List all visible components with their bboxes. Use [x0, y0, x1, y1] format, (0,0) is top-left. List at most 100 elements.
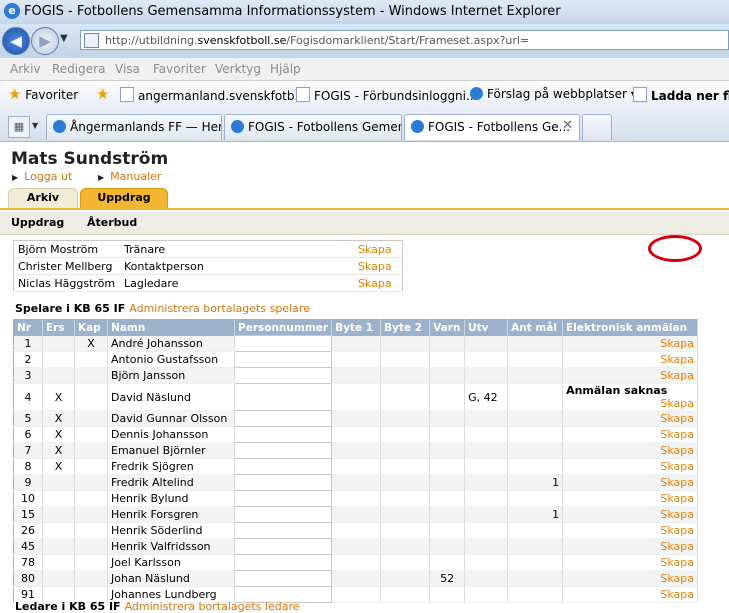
personnummer-field[interactable]	[233, 410, 333, 427]
fav-get-more[interactable]: Ladda ner fler	[633, 87, 729, 103]
add-favorite-icon[interactable]: ★	[96, 85, 109, 103]
player-varn	[429, 367, 466, 384]
skapa-link[interactable]: Skapa	[660, 444, 694, 457]
page-icon	[120, 87, 134, 102]
personnummer-field[interactable]	[233, 538, 333, 555]
table-row: 6 X Dennis Johansson Skapa	[13, 426, 698, 443]
new-tab-button[interactable]	[582, 114, 612, 140]
highlight-circle	[648, 235, 702, 262]
skapa-link[interactable]: Skapa	[660, 353, 694, 366]
skapa-link[interactable]: Skapa	[660, 397, 694, 410]
skapa-link[interactable]: Skapa	[660, 508, 694, 521]
skapa-link[interactable]: Skapa	[354, 274, 403, 292]
skapa-link[interactable]: Skapa	[660, 524, 694, 537]
tab-uppdrag[interactable]: Uppdrag	[80, 188, 168, 209]
fav-link-fogis-login[interactable]: FOGIS - Förbundsinloggni...	[296, 87, 477, 103]
subnav-uppdrag[interactable]: Uppdrag	[11, 216, 64, 229]
player-kap	[74, 410, 108, 427]
fav-suggested-sites[interactable]: Förslag på webbplatser ▾	[470, 87, 637, 101]
personnummer-field[interactable]	[233, 351, 333, 368]
personnummer-field[interactable]	[233, 383, 333, 411]
skapa-link[interactable]: Skapa	[660, 556, 694, 569]
tab-underline	[0, 208, 729, 210]
byte1-cell	[331, 522, 382, 539]
personnummer-field[interactable]	[233, 442, 333, 459]
skapa-link[interactable]: Skapa	[660, 476, 694, 489]
player-varn	[429, 426, 466, 443]
byte2-cell	[380, 570, 431, 587]
personnummer-field[interactable]	[233, 506, 333, 523]
skapa-link[interactable]: Skapa	[354, 240, 403, 258]
address-url[interactable]: http://utbildning.svenskfotboll.se/Fogis…	[105, 34, 529, 47]
logout-link[interactable]: Logga ut	[12, 170, 72, 183]
player-utv	[464, 474, 509, 491]
admin-leaders-link[interactable]: Administrera bortalagets ledare	[125, 600, 300, 613]
player-name: Fredrik Altelind	[107, 474, 235, 491]
menu-favoriter[interactable]: Favoriter	[153, 62, 206, 76]
skapa-link[interactable]: Skapa	[660, 337, 694, 350]
personnummer-field[interactable]	[233, 367, 333, 384]
byte1-cell	[331, 490, 382, 507]
anmalan-cell: Anmälan saknas Skapa	[562, 383, 698, 411]
tab-fogis-1[interactable]: FOGIS - Fotbollens Gemen...	[224, 114, 402, 140]
skapa-link[interactable]: Skapa	[660, 588, 694, 601]
skapa-link[interactable]: Skapa	[660, 492, 694, 505]
player-ers	[42, 522, 75, 539]
manuals-link[interactable]: Manualer	[98, 170, 161, 183]
player-kap	[74, 367, 108, 384]
personnummer-field[interactable]	[233, 426, 333, 443]
player-varn	[429, 383, 466, 411]
admin-players-link[interactable]: Administrera bortalagets spelare	[129, 302, 310, 315]
personnummer-field[interactable]	[233, 522, 333, 539]
personnummer-field[interactable]	[233, 570, 333, 587]
close-icon[interactable]: ✕	[562, 118, 573, 133]
player-utv	[464, 351, 509, 368]
user-name: Mats Sundström	[11, 149, 169, 169]
tab-arkiv[interactable]: Arkiv	[8, 188, 78, 209]
player-ers	[42, 506, 75, 523]
player-ers: X	[42, 442, 75, 459]
tab-angermanlands-ff[interactable]: Ångermanlands FF — Hem	[46, 114, 222, 140]
subnav-aterbud[interactable]: Återbud	[87, 216, 137, 229]
skapa-link[interactable]: Skapa	[660, 412, 694, 425]
personnummer-field[interactable]	[233, 554, 333, 571]
personnummer-field[interactable]	[233, 335, 333, 352]
back-arrow-icon[interactable]: ◀	[2, 27, 30, 55]
skapa-link[interactable]: Skapa	[660, 460, 694, 473]
player-kap: X	[74, 335, 108, 352]
menu-arkiv[interactable]: Arkiv	[10, 62, 41, 76]
personnummer-field[interactable]	[233, 490, 333, 507]
table-row: 1 X André Johansson Skapa	[13, 335, 698, 352]
byte2-cell	[380, 335, 431, 352]
table-row: 3 Björn Jansson Skapa	[13, 367, 698, 384]
tab-fogis-active[interactable]: FOGIS - Fotbollens Ge... ✕	[404, 114, 580, 140]
skapa-link[interactable]: Skapa	[660, 369, 694, 382]
player-utv	[464, 490, 509, 507]
col-elektronisk-anmalan: Elektronisk anmälan	[562, 319, 698, 336]
skapa-link[interactable]: Skapa	[660, 540, 694, 553]
menu-hjalp[interactable]: Hjälp	[270, 62, 301, 76]
forward-arrow-icon[interactable]: ▶	[31, 27, 59, 55]
skapa-link[interactable]: Skapa	[660, 572, 694, 585]
player-nr: 10	[13, 490, 43, 507]
player-name: Björn Jansson	[107, 367, 235, 384]
staff-role: Lagledare	[120, 274, 354, 292]
player-goals	[507, 383, 564, 411]
menu-visa[interactable]: Visa	[115, 62, 140, 76]
address-bar[interactable]: http://utbildning.svenskfotboll.se/Fogis…	[80, 30, 729, 50]
skapa-link[interactable]: Skapa	[660, 428, 694, 441]
player-name: Henrik Bylund	[107, 490, 235, 507]
menu-redigera[interactable]: Redigera	[52, 62, 105, 76]
personnummer-field[interactable]	[233, 474, 333, 491]
fav-link-angermanland[interactable]: angermanland.svenskfotb...	[120, 87, 306, 103]
menu-verktyg[interactable]: Verktyg	[215, 62, 261, 76]
history-dropdown-icon[interactable]: ▼	[60, 33, 68, 44]
byte2-cell	[380, 351, 431, 368]
byte2-cell	[380, 367, 431, 384]
player-varn	[429, 506, 466, 523]
skapa-link[interactable]: Skapa	[354, 257, 403, 275]
quick-tabs-icon[interactable]: ▦	[8, 116, 30, 138]
favorites-button[interactable]: ★ Favoriter	[8, 85, 78, 103]
personnummer-field[interactable]	[233, 458, 333, 475]
tab-list-dropdown-icon[interactable]: ▼	[32, 121, 38, 130]
